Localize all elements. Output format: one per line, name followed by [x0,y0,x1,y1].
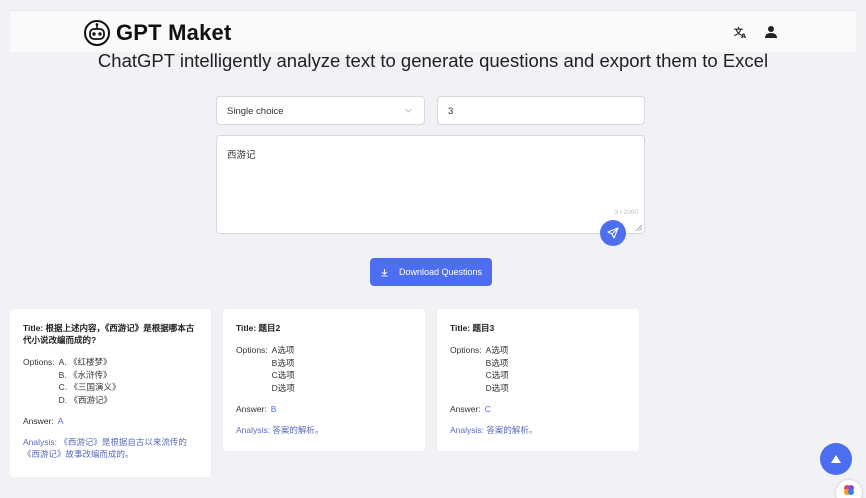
question-title: Title: 根据上述内容，《西游记》是根据哪本古代小说改编而成的? [23,322,198,346]
option-item: C选项 [271,370,295,380]
question-analysis: Analysis: 答案的解析。 [236,424,412,436]
translate-icon[interactable]: 文 A [732,23,750,41]
source-text-input[interactable]: 西游记 3 / 2000 [216,135,645,234]
brain-icon [844,485,854,495]
question-options: Options: A. 《红楼梦》 B. 《水浒传》 C. 《三国演义》 D. … [23,356,198,406]
analysis-label: Analysis: [23,437,58,447]
option-item: C. 《三国演义》 [58,382,121,392]
option-item: D选项 [485,382,509,393]
answer-value: A [57,416,64,426]
question-answer: Answer: C [450,404,626,414]
title-text: 根据上述内容，《西游记》是根据哪本古代小说改编而成的? [23,323,195,345]
download-label: Download Questions [398,267,483,277]
option-item: A选项 [271,345,295,355]
option-item: B选项 [485,357,509,368]
question-options: Options: A选项 B选项 C选项 D选项 [236,344,412,394]
char-counter: 3 / 2000 [614,209,639,216]
question-type-select[interactable]: Single choice [216,96,425,125]
title-label: Title: [236,323,257,333]
option-item: A选项 [485,345,509,355]
answer-label: Answer: [23,416,54,426]
analysis-label: Analysis: [236,425,271,435]
send-icon [607,227,619,239]
option-item: B. 《水浒传》 [58,369,112,380]
brand-name: GPT Maket [116,20,232,45]
title-text: 题目2 [258,323,281,333]
option-item: B选项 [271,357,295,368]
question-answer: Answer: B [236,404,412,414]
answer-value: B [270,404,277,414]
question-title: Title: 题目3 [450,322,626,334]
resize-handle-icon[interactable] [636,225,642,231]
download-questions-button[interactable]: Download Questions [370,258,492,286]
option-item: D选项 [271,382,295,393]
question-count-input[interactable]: 3 [437,96,645,125]
answer-label: Answer: [450,404,481,414]
question-count-value: 3 [448,106,454,117]
question-options: Options: A选项 B选项 C选项 D选项 [450,344,626,394]
source-text-value: 西游记 [227,150,256,161]
analysis-text: 答案的解析。 [272,425,324,435]
answer-value: C [484,404,491,414]
question-analysis: Analysis: 《西游记》是根据自古以来流传的《西游记》故事改编而成的。 [23,436,198,460]
title-text: 题目3 [472,323,495,333]
answer-label: Answer: [236,404,267,414]
question-card-3: Title: 题目3 Options: A选项 B选项 C选项 D选项 Answ… [437,309,639,451]
user-icon[interactable] [762,23,780,41]
download-icon [381,268,388,276]
option-item: C选项 [485,370,509,380]
question-card-2: Title: 题目2 Options: A选项 B选项 C选项 D选项 Answ… [223,309,425,451]
page-title: ChatGPT intelligently analyze text to ge… [97,50,769,71]
title-label: Title: [450,323,471,333]
analysis-label: Analysis: [450,425,485,435]
options-label: Options: [450,345,482,355]
top-strip [0,0,866,9]
chevron-down-icon [405,108,412,113]
analysis-text: 答案的解析。 [486,425,538,435]
svg-text:A: A [741,32,746,39]
options-label: Options: [236,345,268,355]
title-label: Title: [23,323,44,333]
assistant-badge[interactable] [836,480,862,498]
brand-logo[interactable]: GPT Maket [84,19,232,47]
robot-logo-icon [84,20,110,46]
question-analysis: Analysis: 答案的解析。 [450,424,626,436]
question-type-value: Single choice [227,106,284,117]
question-answer: Answer: A [23,416,198,426]
option-item: A. 《红楼梦》 [58,357,112,367]
options-label: Options: [23,357,55,367]
question-title: Title: 题目2 [236,322,412,334]
arrow-up-icon [831,455,841,463]
scroll-to-top-button[interactable] [820,443,852,475]
question-card-1: Title: 根据上述内容，《西游记》是根据哪本古代小说改编而成的? Optio… [10,309,211,477]
send-button[interactable] [600,220,626,246]
app-header: GPT Maket 文 A [10,10,856,52]
option-item: D. 《西游记》 [58,394,113,405]
